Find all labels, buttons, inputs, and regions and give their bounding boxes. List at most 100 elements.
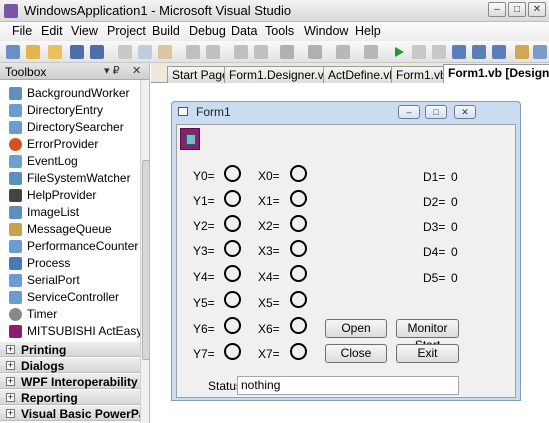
toolbox-category-wpf-interoperability[interactable]: + WPF Interoperability [0, 373, 140, 389]
plc-picturebox[interactable] [180, 128, 200, 150]
new-project-icon[interactable] [6, 45, 20, 59]
menu-project[interactable]: Project [107, 24, 146, 38]
open-button[interactable]: Open [325, 319, 387, 338]
step-over-icon[interactable] [472, 45, 486, 59]
form1-window[interactable]: Form1 – □ ✕ Y0= Y1= Y2= Y3= Y4= Y5= Y6= … [171, 101, 521, 401]
form1-titlebar: Form1 – □ ✕ [172, 102, 520, 122]
toolbox-pin-icon[interactable]: ▾ ₽ [104, 64, 120, 77]
y0-indicator [224, 165, 241, 182]
toolbox-item-label: DirectorySearcher [27, 120, 124, 134]
toolbox-item-directoryentry[interactable]: DirectoryEntry [0, 102, 140, 119]
toolbox-item-timer[interactable]: Timer [0, 306, 140, 323]
exit-button[interactable]: Exit [396, 344, 459, 363]
toolbox-category-dialogs[interactable]: + Dialogs [0, 357, 140, 373]
uncomment-icon[interactable] [206, 45, 220, 59]
toolbox-item-process[interactable]: Process [0, 255, 140, 272]
eventlog-icon [9, 155, 22, 168]
servicecontroller-icon [9, 291, 22, 304]
navigate-backward-icon[interactable] [336, 45, 350, 59]
properties-icon[interactable] [533, 45, 547, 59]
menu-window[interactable]: Window [304, 24, 348, 38]
x4-indicator [290, 265, 307, 282]
toolbox-item-servicecontroller[interactable]: ServiceController [0, 289, 140, 306]
scrollbar-thumb[interactable] [142, 160, 149, 360]
directorysearcher-icon [9, 121, 22, 134]
toolbox-category-vb-powerpacks[interactable]: + Visual Basic PowerPac... [0, 405, 149, 421]
menu-debug[interactable]: Debug [189, 24, 226, 38]
form-designer-surface: Form1 – □ ✕ Y0= Y1= Y2= Y3= Y4= Y5= Y6= … [151, 83, 549, 423]
copy-icon[interactable] [138, 45, 152, 59]
toolbox-item-serialport[interactable]: SerialPort [0, 272, 140, 289]
y4-indicator [224, 265, 241, 282]
start-debugging-icon[interactable] [392, 45, 406, 59]
open-file-icon[interactable] [48, 45, 62, 59]
toolbox-scrollbar[interactable] [140, 80, 149, 423]
plc-module-icon [186, 134, 196, 145]
toolbox-category-reporting[interactable]: + Reporting [0, 389, 140, 405]
toolbox-category-printing[interactable]: + Printing [0, 341, 140, 357]
x5-indicator [290, 291, 307, 308]
undo-icon[interactable] [280, 45, 294, 59]
save-all-icon[interactable] [90, 45, 104, 59]
indent-icon[interactable] [234, 45, 248, 59]
toolbox-item-imagelist[interactable]: ImageList [0, 204, 140, 221]
pause-icon[interactable] [412, 45, 426, 59]
d3-label: D3= [423, 220, 446, 234]
solution-explorer-icon[interactable] [515, 45, 529, 59]
helpprovider-icon [9, 189, 22, 202]
toolbox-item-helpprovider[interactable]: HelpProvider [0, 187, 140, 204]
cut-icon[interactable] [118, 45, 132, 59]
outdent-icon[interactable] [254, 45, 268, 59]
navigate-forward-icon[interactable] [364, 45, 378, 59]
toolbox-item-backgroundworker[interactable]: BackgroundWorker [0, 85, 140, 102]
toolbox-item-eventlog[interactable]: EventLog [0, 153, 140, 170]
step-into-icon[interactable] [452, 45, 466, 59]
category-label: Dialogs [21, 359, 65, 373]
toolbox-item-directorysearcher[interactable]: DirectorySearcher [0, 119, 140, 136]
toolbox-item-label: Process [27, 256, 71, 270]
save-icon[interactable] [70, 45, 84, 59]
toolbox-item-label: MITSUBISHI ActEasyI... [27, 324, 150, 338]
menu-tools[interactable]: Tools [265, 24, 294, 38]
monitor-start-button[interactable]: Monitor Start [396, 319, 459, 352]
close-button[interactable]: Close [325, 344, 387, 363]
menu-file[interactable]: File [12, 24, 32, 38]
y5-label: Y5= [193, 296, 215, 310]
x0-indicator [290, 165, 307, 182]
minimize-button[interactable]: – [488, 2, 506, 17]
toolbox-item-performancecounter[interactable]: PerformanceCounter [0, 238, 140, 255]
menu-view[interactable]: View [71, 24, 98, 38]
menu-data[interactable]: Data [231, 24, 257, 38]
document-area: Start Page Form1.Designer.vb ActDefine.v… [151, 63, 549, 423]
menu-edit[interactable]: Edit [41, 24, 63, 38]
toolbox-close-icon[interactable]: ✕ [132, 64, 141, 77]
menu-build[interactable]: Build [152, 24, 180, 38]
status-textbox[interactable]: nothing [237, 376, 459, 395]
category-label: WPF Interoperability [21, 375, 138, 389]
redo-icon[interactable] [308, 45, 322, 59]
close-window-button[interactable]: ✕ [528, 2, 546, 17]
step-out-icon[interactable] [492, 45, 506, 59]
add-item-icon[interactable] [26, 45, 40, 59]
toolbox-item-mitsubishi-acteasyif[interactable]: MITSUBISHI ActEasyI... [0, 323, 149, 340]
toolbox-item-errorprovider[interactable]: ErrorProvider [0, 136, 140, 153]
y2-label: Y2= [193, 219, 215, 233]
form-icon [178, 107, 188, 116]
menu-help[interactable]: Help [355, 24, 381, 38]
toolbox-item-filesystemwatcher[interactable]: FileSystemWatcher [0, 170, 140, 187]
maximize-button[interactable]: □ [508, 2, 526, 17]
toolbox-item-label: MessageQueue [27, 222, 112, 236]
menu-bar: File Edit View Project Build Debug Data … [0, 22, 549, 41]
paste-icon[interactable] [158, 45, 172, 59]
toolbox-item-messagequeue[interactable]: MessageQueue [0, 221, 140, 238]
tab-form1-designer-vb[interactable]: Form1.Designer.vb [224, 66, 336, 83]
tab-actdefine-vb[interactable]: ActDefine.vb [323, 66, 402, 83]
stop-icon[interactable] [432, 45, 446, 59]
x0-label: X0= [258, 169, 280, 183]
directoryentry-icon [9, 104, 22, 117]
x7-label: X7= [258, 347, 280, 361]
toolbox-item-label: HelpProvider [27, 188, 97, 202]
comment-icon[interactable] [186, 45, 200, 59]
toolbox-item-label: SerialPort [27, 273, 80, 287]
tab-form1-vb-design[interactable]: Form1.vb [Design] [443, 64, 549, 84]
